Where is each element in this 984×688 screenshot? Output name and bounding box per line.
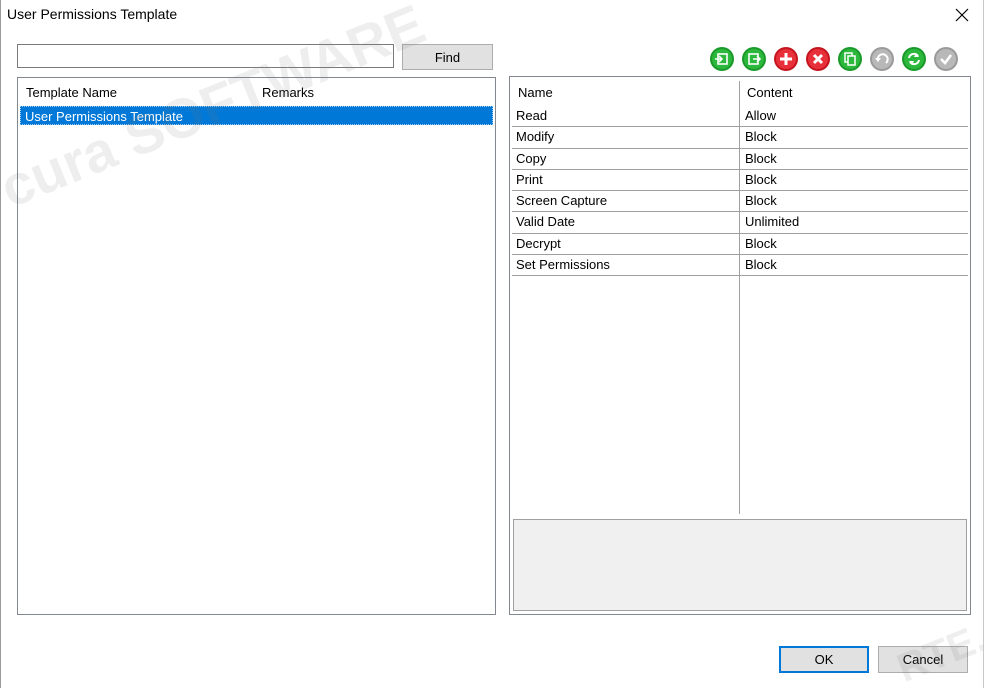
- close-button[interactable]: [939, 0, 983, 30]
- copy-button[interactable]: [837, 46, 863, 72]
- permission-name: Decrypt: [516, 235, 561, 251]
- column-header-template-name[interactable]: Template Name: [26, 85, 117, 100]
- search-input[interactable]: [17, 44, 394, 68]
- permission-content[interactable]: Block: [745, 236, 777, 251]
- copy-icon: [838, 47, 862, 71]
- template-row[interactable]: User Permissions Template: [20, 106, 493, 125]
- permission-name: Screen Capture: [516, 193, 608, 209]
- export-icon: [742, 47, 766, 71]
- column-header-content[interactable]: Content: [747, 85, 793, 100]
- permission-content[interactable]: Block: [745, 151, 777, 166]
- column-header-name[interactable]: Name: [518, 85, 553, 100]
- cancel-button[interactable]: Cancel: [878, 646, 968, 673]
- permission-content[interactable]: Block: [745, 193, 777, 208]
- add-button[interactable]: [773, 46, 799, 72]
- import-button[interactable]: [709, 46, 735, 72]
- permission-name: Read: [516, 108, 548, 123]
- refresh-button[interactable]: [901, 46, 927, 72]
- title-bar: User Permissions Template: [1, 0, 983, 30]
- template-list-header: Template Name Remarks: [18, 78, 495, 104]
- permission-row[interactable]: Read Allow: [512, 106, 968, 128]
- permission-content[interactable]: Block: [745, 129, 777, 144]
- template-name: User Permissions Template: [25, 109, 183, 124]
- window-title: User Permissions Template: [7, 6, 178, 22]
- permission-row[interactable]: Decrypt Block: [512, 234, 968, 256]
- dialog-window: User Permissions Template Find Template …: [0, 0, 984, 688]
- delete-icon: [806, 47, 830, 71]
- import-icon: [710, 47, 734, 71]
- permission-row[interactable]: Set Permissions Block: [512, 255, 968, 277]
- permission-content[interactable]: Block: [745, 172, 777, 187]
- permissions-header: Name Content: [510, 77, 970, 105]
- template-list: Template Name Remarks User Permissions T…: [17, 77, 496, 615]
- apply-button[interactable]: [933, 46, 959, 72]
- toolbar: [709, 46, 959, 74]
- add-icon: [774, 47, 798, 71]
- permission-name: Print: [516, 171, 543, 187]
- description-box: [513, 519, 967, 611]
- permission-row[interactable]: Screen Capture Block: [512, 191, 968, 213]
- permission-content[interactable]: Block: [745, 257, 777, 272]
- permission-row[interactable]: Valid Date Unlimited: [512, 212, 968, 234]
- permissions-grid: Name Content Read Allow Modify Block Copy Blo…: [509, 76, 971, 615]
- close-icon: [955, 8, 969, 22]
- permission-row[interactable]: Modify Block: [512, 127, 968, 149]
- permission-name: Modify: [516, 129, 555, 145]
- column-header-remarks[interactable]: Remarks: [262, 85, 314, 100]
- permission-name: Valid Date: [516, 214, 576, 230]
- permission-rows: Read Allow Modify Block Copy Block Print Block S…: [512, 106, 968, 277]
- undo-icon: [870, 47, 894, 71]
- apply-icon: [934, 47, 958, 71]
- find-button[interactable]: Find: [402, 44, 493, 70]
- undo-button[interactable]: [869, 46, 895, 72]
- permission-name: Set Permissions: [516, 257, 610, 273]
- permission-row[interactable]: Print Block: [512, 170, 968, 192]
- permission-row[interactable]: Copy Block: [512, 149, 968, 170]
- permission-name: Copy: [516, 150, 547, 166]
- refresh-icon: [902, 47, 926, 71]
- ok-button[interactable]: OK: [779, 646, 869, 673]
- delete-button[interactable]: [805, 46, 831, 72]
- permission-content[interactable]: Unlimited: [745, 214, 799, 229]
- export-button[interactable]: [741, 46, 767, 72]
- permission-content[interactable]: Allow: [745, 108, 776, 123]
